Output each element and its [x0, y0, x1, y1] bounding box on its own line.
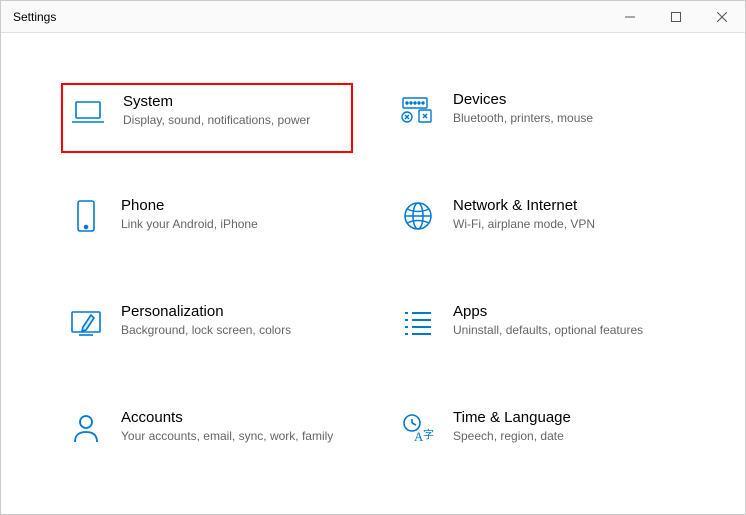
minimize-button[interactable]: [607, 1, 653, 32]
tile-time-language[interactable]: A 字 Time & Language Speech, region, date: [393, 401, 685, 471]
tile-title: Accounts: [121, 409, 335, 426]
tile-apps[interactable]: Apps Uninstall, defaults, optional featu…: [393, 295, 685, 365]
close-button[interactable]: [699, 1, 745, 32]
tile-title: Personalization: [121, 303, 335, 320]
maximize-button[interactable]: [653, 1, 699, 32]
tile-title: Apps: [453, 303, 667, 320]
tile-title: Time & Language: [453, 409, 667, 426]
tile-devices[interactable]: Devices Bluetooth, printers, mouse: [393, 83, 685, 153]
tile-desc: Speech, region, date: [453, 428, 667, 445]
tile-system[interactable]: System Display, sound, notifications, po…: [61, 83, 353, 153]
titlebar: Settings: [1, 1, 745, 33]
personalization-icon: [69, 305, 103, 339]
tile-desc: Your accounts, email, sync, work, family: [121, 428, 335, 445]
tile-title: Network & Internet: [453, 197, 667, 214]
tile-title: System: [123, 93, 333, 110]
settings-tiles-grid: System Display, sound, notifications, po…: [61, 83, 685, 471]
person-icon: [69, 411, 103, 445]
tile-accounts[interactable]: Accounts Your accounts, email, sync, wor…: [61, 401, 353, 471]
tile-personalization[interactable]: Personalization Background, lock screen,…: [61, 295, 353, 365]
tile-desc: Display, sound, notifications, power: [123, 112, 333, 129]
tile-desc: Uninstall, defaults, optional features: [453, 322, 667, 339]
time-language-icon: A 字: [401, 411, 435, 445]
laptop-icon: [71, 95, 105, 129]
globe-icon: [401, 199, 435, 233]
tile-network[interactable]: Network & Internet Wi-Fi, airplane mode,…: [393, 189, 685, 259]
tile-desc: Link your Android, iPhone: [121, 216, 335, 233]
tile-title: Phone: [121, 197, 335, 214]
tile-desc: Background, lock screen, colors: [121, 322, 335, 339]
tile-phone[interactable]: Phone Link your Android, iPhone: [61, 189, 353, 259]
settings-home: System Display, sound, notifications, po…: [1, 33, 745, 501]
tile-desc: Bluetooth, printers, mouse: [453, 110, 667, 127]
phone-icon: [69, 199, 103, 233]
window-title: Settings: [1, 10, 56, 24]
svg-text:字: 字: [423, 427, 434, 441]
tile-desc: Wi-Fi, airplane mode, VPN: [453, 216, 667, 233]
apps-list-icon: [401, 305, 435, 339]
window-controls: [607, 1, 745, 32]
tile-title: Devices: [453, 91, 667, 108]
devices-icon: [401, 93, 435, 127]
